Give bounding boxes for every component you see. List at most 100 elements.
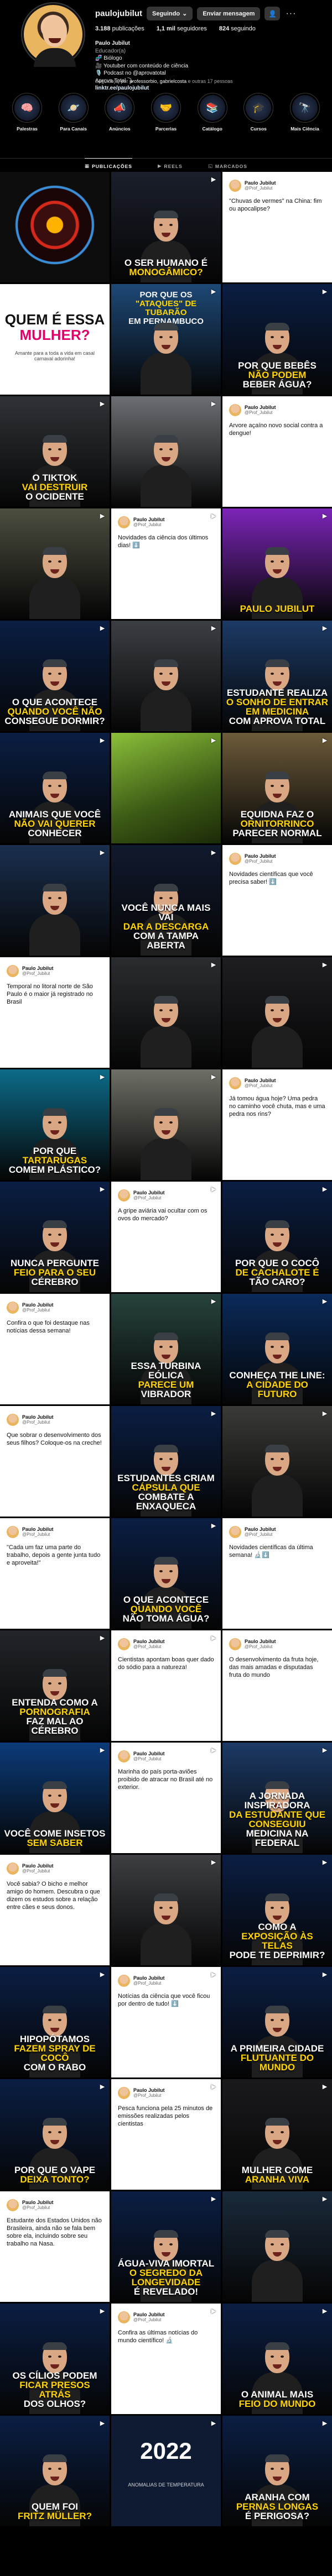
- post-thumbnail[interactable]: Paulo Jubilut @Prof_Jubilut "Chuvas de v…: [222, 172, 332, 282]
- post-caption: ESSA TURBINA EÓLICA: [131, 1361, 201, 1381]
- highlight-item[interactable]: 📣 Anúncios: [101, 93, 138, 132]
- post-thumbnail[interactable]: O QUE ACONTECE QUANDO VOCÊ NÃO CONSEGUE DO…: [0, 621, 110, 731]
- post-thumbnail[interactable]: O QUE ACONTECE QUANDO VOCÊ NÃO TOMA ÁGUA? ▶: [111, 1518, 221, 1629]
- post-thumbnail[interactable]: ENTENDA COMO A PORNOGRAFIA FAZ MAL AO CÉRE…: [0, 1630, 110, 1741]
- tweet-header: Paulo Jubilut @Prof_Jubilut: [118, 1189, 214, 1202]
- post-thumbnail[interactable]: ▶: [222, 957, 332, 1068]
- reel-icon: ▶: [211, 176, 216, 183]
- post-thumbnail[interactable]: Paulo Jubilut @Prof_Jubilut Marinha do p…: [111, 1743, 221, 1853]
- presenter-hair: [265, 547, 289, 555]
- following-count[interactable]: 824 seguindo: [219, 25, 256, 32]
- post-thumbnail[interactable]: Paulo Jubilut @Prof_Jubilut O desenvolvi…: [222, 1630, 332, 1741]
- reel-icon: ▶: [211, 1298, 216, 1305]
- followed-by[interactable]: Seguido(a) por professorbio, gabrielcost…: [95, 78, 317, 84]
- profile-header: paulojubilut Seguindo ⌄ Enviar mensagem …: [0, 0, 332, 145]
- more-options-button[interactable]: ···: [286, 9, 296, 19]
- post-thumbnail[interactable]: QUEM FOI FRITZ MÜLLER? ▶: [0, 2416, 110, 2526]
- tab-publicações[interactable]: ▦ PUBLICAÇÕES: [85, 158, 132, 169]
- highlight-item[interactable]: 📚 Catálogo: [194, 93, 231, 132]
- post-thumbnail[interactable]: ARANHA COM PERNAS LONGAS É PERIGOSA? ▶: [222, 2416, 332, 2526]
- post-thumbnail[interactable]: NUNCA PERGUNTE FEIO PARA O SEU CÉREBRO ▶: [0, 1182, 110, 1292]
- post-thumbnail[interactable]: MULHER COME ARANHA VIVA ▶: [222, 2079, 332, 2190]
- post-thumbnail[interactable]: ▶: [111, 396, 221, 507]
- post-thumbnail[interactable]: ESTUDANTE REALIZA O SONHO DE ENTRAR EM ME…: [222, 621, 332, 731]
- tab-reels[interactable]: ▶ REELS: [158, 159, 183, 169]
- post-thumbnail[interactable]: Paulo Jubilut @Prof_Jubilut Confira as ú…: [111, 2304, 221, 2414]
- post-thumbnail[interactable]: ▶: [111, 733, 221, 843]
- post-thumbnail[interactable]: Paulo Jubilut @Prof_Jubilut Pesca funcio…: [111, 2079, 221, 2190]
- post-thumbnail[interactable]: Paulo Jubilut @Prof_Jubilut Que sobrar o…: [0, 1406, 110, 1517]
- followers-count[interactable]: 1,1 mil seguidores: [157, 25, 207, 32]
- post-thumbnail[interactable]: Paulo Jubilut @Prof_Jubilut Novidades ci…: [222, 1518, 332, 1629]
- post-thumbnail[interactable]: Paulo Jubilut @Prof_Jubilut Confira o qu…: [0, 1294, 110, 1404]
- post-thumbnail[interactable]: POR QUE OS "ATAQUES" DE TUBARÃO EM PERNAMB…: [111, 284, 221, 395]
- highlight-item[interactable]: 🪐 Para Canais: [55, 93, 92, 132]
- post-thumbnail[interactable]: POR QUE O COCÔ DE CACHALOTE É TÃO CARO? ▶: [222, 1182, 332, 1292]
- post-thumbnail[interactable]: POR QUE TARTARUGAS COMEM PLÁSTICO? ▶: [0, 1069, 110, 1180]
- reel-icon: ▶: [211, 288, 216, 295]
- posts-count[interactable]: 3.188 publicações: [95, 25, 144, 32]
- profile-bio: Paulo Jubilut Educador(a) 🧬 Biólogo 🎥 Yo…: [95, 40, 261, 92]
- message-button[interactable]: Enviar mensagem: [197, 7, 261, 20]
- post-thumbnail[interactable]: Paulo Jubilut @Prof_Jubilut Notícias da …: [111, 1967, 221, 2077]
- post-thumbnail[interactable]: EQUIDNA FAZ O ORNITORRINCO PARECER NORMAL ▶: [222, 733, 332, 843]
- post-thumbnail[interactable]: VOCÊ COME INSETOS SEM SABER ▶: [0, 1743, 110, 1853]
- post-thumbnail[interactable]: O ANIMAL MAIS FEIO DO MUNDO ▶: [222, 2304, 332, 2414]
- following-button[interactable]: Seguindo ⌄: [146, 7, 193, 20]
- post-thumbnail[interactable]: A JORNADA INSPIRADORA DA ESTUDANTE QUE CO…: [222, 1743, 332, 1853]
- post-thumbnail[interactable]: Paulo Jubilut @Prof_Jubilut Arvore açaín…: [222, 396, 332, 507]
- post-thumbnail[interactable]: ANIMAIS QUE VOCÊ NÃO VAI QUERER CONHECER ▶: [0, 733, 110, 843]
- post-thumbnail[interactable]: POR QUE BEBÊS NÃO PODEM BEBER ÁGUA? ▶: [222, 284, 332, 395]
- post-thumbnail[interactable]: O SER HUMANO É MONOGÂMICO? ▶: [111, 172, 221, 282]
- post-thumbnail[interactable]: Paulo Jubilut @Prof_Jubilut Você sabia? …: [0, 1855, 110, 1965]
- profile-avatar[interactable]: [22, 3, 84, 67]
- post-thumbnail[interactable]: Paulo Jubilut @Prof_Jubilut Temporal no …: [0, 957, 110, 1068]
- reel-icon: ▶: [322, 2083, 328, 2090]
- post-thumbnail[interactable]: ▶: [222, 2191, 332, 2302]
- post-thumbnail[interactable]: Paulo Jubilut @Prof_Jubilut A gripe aviá…: [111, 1182, 221, 1292]
- reel-icon: ▶: [100, 2083, 105, 2090]
- post-thumbnail[interactable]: ▶: [111, 957, 221, 1068]
- presenter-hair: [43, 659, 67, 667]
- post-thumbnail[interactable]: ÁGUA-VIVA IMORTAL O SEGREDO DA LONGEVIDAD…: [111, 2191, 221, 2302]
- post-thumbnail[interactable]: Paulo Jubilut @Prof_Jubilut Já tomou águ…: [222, 1069, 332, 1180]
- post-thumbnail[interactable]: ▶: [222, 1406, 332, 1517]
- post-thumbnail[interactable]: POR QUE O VAPE DEIXA TONTO? ▶: [0, 2079, 110, 2190]
- presenter-eye: [271, 1009, 274, 1011]
- post-thumbnail[interactable]: ESSA TURBINA EÓLICA PARECE UM VIBRADOR ▶: [111, 1294, 221, 1404]
- post-thumbnail[interactable]: ▶: [0, 508, 110, 619]
- add-user-button[interactable]: 👤: [264, 7, 281, 20]
- post-thumbnail[interactable]: 2022 ANOMALIAS DE TEMPERATURA ▶: [111, 2416, 221, 2526]
- presenter-hair: [265, 2118, 289, 2126]
- post-thumbnail[interactable]: ▶: [111, 1855, 221, 1965]
- post-thumbnail[interactable]: O TIKTOK VAI DESTRUIR O OCIDENTE ▶: [0, 396, 110, 507]
- post-thumbnail[interactable]: A PRIMEIRA CIDADE FLUTUANTE DO MUNDO ▶: [222, 1967, 332, 2077]
- post-thumbnail[interactable]: [0, 172, 110, 282]
- post-thumbnail[interactable]: VOCÊ NUNCA MAIS VAI DAR A DESCARGA COM A T…: [111, 845, 221, 956]
- post-thumbnail[interactable]: Paulo Jubilut @Prof_Jubilut Novidades da…: [111, 508, 221, 619]
- highlight-item[interactable]: 🎓 Cursos: [240, 93, 277, 132]
- post-thumbnail[interactable]: Paulo Jubilut @Prof_Jubilut Cientistas a…: [111, 1630, 221, 1741]
- tab-marcados[interactable]: ◱ MARCADOS: [208, 159, 247, 169]
- presenter-hair: [265, 659, 289, 667]
- post-thumbnail[interactable]: Paulo Jubilut @Prof_Jubilut Novidades ci…: [222, 845, 332, 956]
- post-thumbnail[interactable]: ▶: [111, 1069, 221, 1180]
- post-thumbnail[interactable]: PAULO JUBILUT ▶: [222, 508, 332, 619]
- post-thumbnail[interactable]: ▶: [111, 621, 221, 731]
- post-thumbnail[interactable]: CONHEÇA THE LINE: A CIDADE DO FUTURO ▶: [222, 1294, 332, 1404]
- post-thumbnail[interactable]: Paulo Jubilut @Prof_Jubilut "Cada um faz…: [0, 1518, 110, 1629]
- post-thumbnail[interactable]: ESTUDANTES CRIAM CÁPSULA QUE COMBATE A ENX…: [111, 1406, 221, 1517]
- post-thumbnail[interactable]: QUEM É ESSA MULHER? Amante para a toda a…: [0, 284, 110, 395]
- post-thumbnail[interactable]: COMO A EXPOSIÇÃO ÀS TELAS PODE TE DEPRIMIR…: [222, 1855, 332, 1965]
- bio-link[interactable]: linktr.ee/paulojubilut: [95, 85, 261, 92]
- post-thumbnail[interactable]: HIPOPÓTAMOS FAZEM SPRAY DE COCÔ COM O RABO…: [0, 1967, 110, 2077]
- highlight-item[interactable]: 🧠 Palestras: [9, 93, 45, 132]
- post-thumbnail[interactable]: OS CÍLIOS PODEM FICAR PRESOS ATRÁS DOS OLH…: [0, 2304, 110, 2414]
- tweet-author-name: Paulo Jubilut: [22, 1414, 54, 1420]
- highlight-item[interactable]: 🔭 Mais Ciência: [287, 93, 323, 132]
- post-thumbnail[interactable]: ▶: [0, 845, 110, 956]
- post-thumbnail[interactable]: Paulo Jubilut @Prof_Jubilut Estudante do…: [0, 2191, 110, 2302]
- post-caption: COM A TAMPA ABERTA: [133, 931, 199, 951]
- tweet-author-name: Paulo Jubilut: [133, 2312, 165, 2317]
- highlight-item[interactable]: 🤝 Parcerias: [148, 93, 184, 132]
